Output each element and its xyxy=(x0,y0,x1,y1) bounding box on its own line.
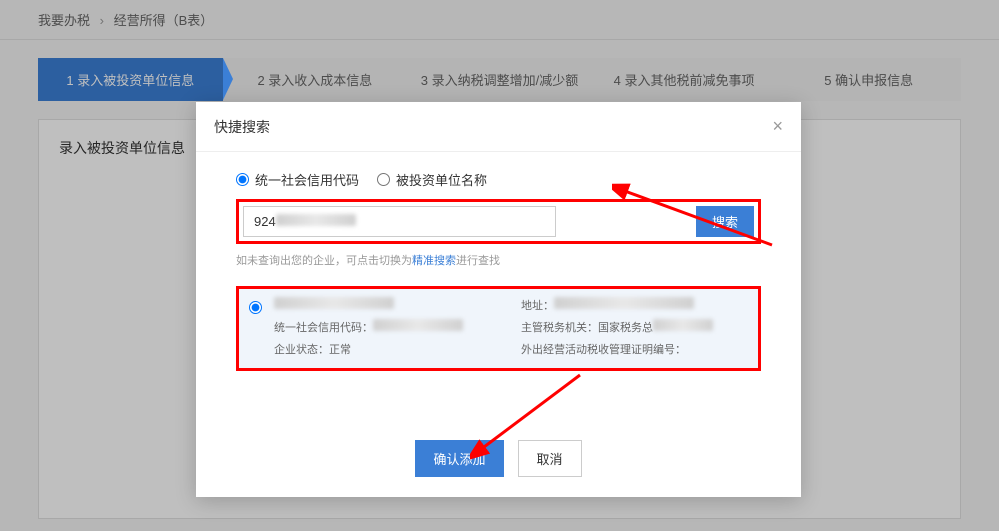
result-content[interactable]: 地址： 统一社会信用代码： 主管税务机关：国家税务总 企业状态：正常 外出经营活… xyxy=(274,297,748,360)
result-tax-authority: 主管税务机关：国家税务总 xyxy=(521,319,748,339)
result-radio[interactable] xyxy=(249,301,262,314)
hint-prefix: 如未查询出您的企业，可点击切换为 xyxy=(236,255,412,267)
modal-header: 快捷搜索 × xyxy=(196,102,801,152)
search-row-highlight: 924 搜索 xyxy=(236,199,761,244)
radio-company-name[interactable]: 被投资单位名称 xyxy=(377,170,487,189)
cancel-button[interactable]: 取消 xyxy=(518,440,582,477)
search-hint: 如未查询出您的企业，可点击切换为精准搜索进行查找 xyxy=(236,252,761,268)
radio-credit-code-input[interactable] xyxy=(236,173,249,186)
radio-company-name-label: 被投资单位名称 xyxy=(396,170,487,189)
confirm-add-button[interactable]: 确认添加 xyxy=(415,440,503,477)
precise-search-link[interactable]: 精准搜索 xyxy=(412,255,456,267)
radio-credit-code[interactable]: 统一社会信用代码 xyxy=(236,170,359,189)
result-name xyxy=(274,297,501,317)
result-cert: 外出经营活动税收管理证明编号： xyxy=(521,341,748,361)
modal-footer: 确认添加 取消 xyxy=(196,424,801,497)
result-status: 企业状态：正常 xyxy=(274,341,501,361)
modal-body: 统一社会信用代码 被投资单位名称 924 搜索 如未查询出您的企业，可点击切换为… xyxy=(196,152,801,424)
search-button[interactable]: 搜索 xyxy=(696,206,754,237)
result-address: 地址： xyxy=(521,297,748,317)
radio-credit-code-label: 统一社会信用代码 xyxy=(255,170,359,189)
modal-title: 快捷搜索 xyxy=(214,117,270,137)
search-type-radios: 统一社会信用代码 被投资单位名称 xyxy=(236,170,761,189)
search-result-highlight: 地址： 统一社会信用代码： 主管税务机关：国家税务总 企业状态：正常 外出经营活… xyxy=(236,286,761,371)
search-input[interactable]: 924 xyxy=(243,206,556,237)
hint-suffix: 进行查找 xyxy=(456,255,500,267)
result-credit-code: 统一社会信用代码： xyxy=(274,319,501,339)
close-icon[interactable]: × xyxy=(772,116,783,137)
radio-company-name-input[interactable] xyxy=(377,173,390,186)
quick-search-modal: 快捷搜索 × 统一社会信用代码 被投资单位名称 924 搜索 如未查询出您的企业… xyxy=(196,102,801,497)
search-input-value: 924 xyxy=(254,214,276,229)
